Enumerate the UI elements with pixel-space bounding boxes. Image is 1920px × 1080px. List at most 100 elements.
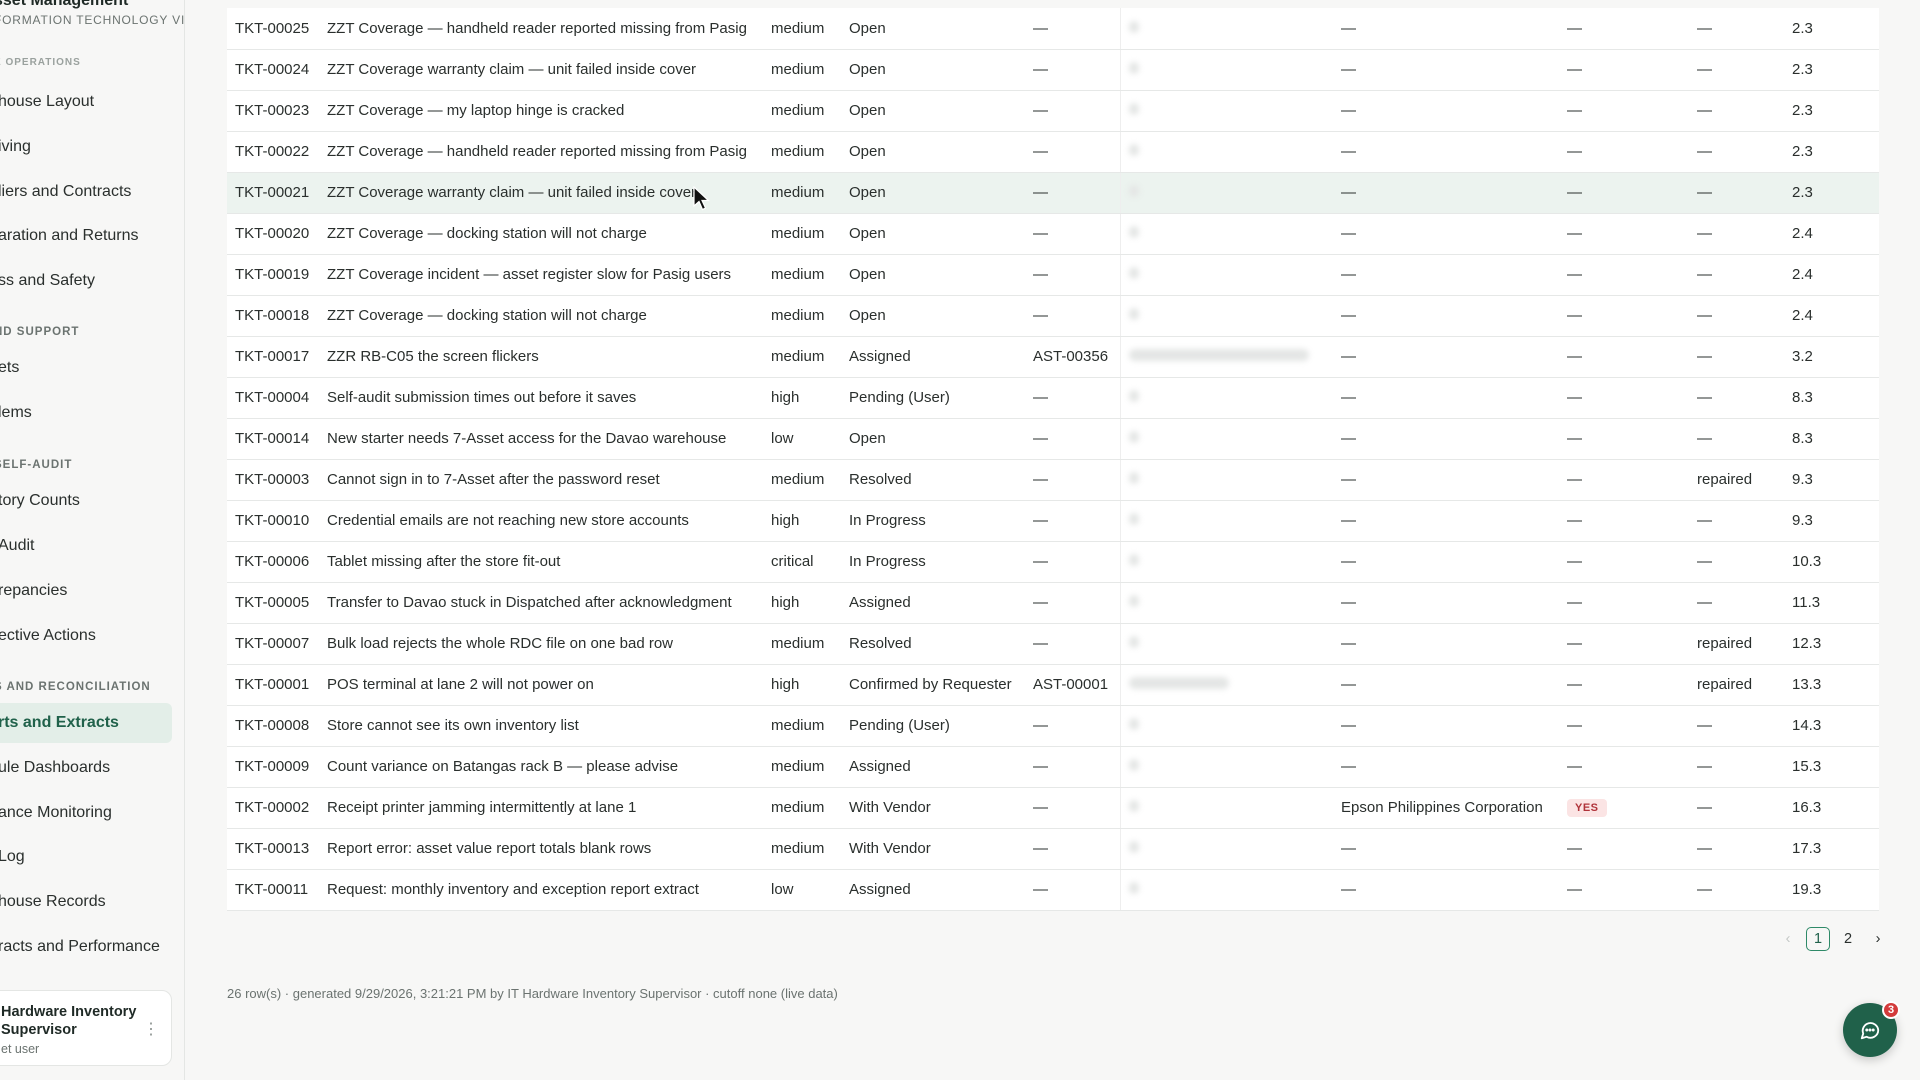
nav-section-reports: S AND RECONCILIATION [0, 681, 151, 693]
ticket-id-cell: TKT-00006 [227, 541, 319, 583]
table-row[interactable]: TKT-00021 ZZT Coverage warranty claim — u… [227, 172, 1879, 214]
table-row[interactable]: TKT-00013 Report error: asset value repor… [227, 828, 1879, 870]
ticket-title-cell: ZZT Coverage incident — asset register s… [319, 254, 763, 296]
nav-item-warehouse-layout[interactable]: house Layout [0, 82, 172, 122]
asset-cell: — [1025, 500, 1121, 542]
next-page-button[interactable]: › [1866, 927, 1890, 951]
table-row[interactable]: TKT-00002 Receipt printer jamming intermi… [227, 787, 1879, 829]
age-cell: 2.4 [1784, 213, 1879, 255]
ticket-title-cell: POS terminal at lane 2 will not power on [319, 664, 763, 706]
vendor-cell: — [1333, 828, 1559, 870]
age-cell: 8.3 [1784, 418, 1879, 460]
table-row[interactable]: TKT-00004 Self-audit submission times out… [227, 377, 1879, 419]
outcome-cell: — [1689, 213, 1784, 255]
status-cell: Assigned [841, 582, 1025, 624]
ticket-title-cell: Receipt printer jamming intermittently a… [319, 787, 763, 829]
nav-item-separation-returns[interactable]: aration and Returns [0, 216, 172, 256]
vendor-cell: — [1333, 377, 1559, 419]
outcome-cell: — [1689, 787, 1784, 829]
table-row[interactable]: TKT-00020 ZZT Coverage — docking station … [227, 213, 1879, 255]
table-row[interactable]: TKT-00006 Tablet missing after the store … [227, 541, 1879, 583]
vendor-cell: — [1333, 213, 1559, 255]
redacted-text [1128, 431, 1139, 443]
outcome-cell: — [1689, 500, 1784, 542]
age-cell: 2.3 [1784, 49, 1879, 91]
nav-item-reports-extracts[interactable]: rts and Extracts [0, 703, 172, 743]
table-row[interactable]: TKT-00019 ZZT Coverage incident — asset r… [227, 254, 1879, 296]
priority-cell: medium [763, 131, 841, 173]
nav-item-problems[interactable]: lems [0, 393, 172, 433]
mouse-cursor-icon [693, 186, 711, 211]
asset-cell: — [1025, 623, 1121, 665]
asset-cell: — [1025, 746, 1121, 788]
nav-item-receiving[interactable]: iving [0, 127, 172, 167]
age-cell: 2.3 [1784, 90, 1879, 132]
table-row[interactable]: TKT-00008 Store cannot see its own invent… [227, 705, 1879, 747]
nav-item-warehouse-records[interactable]: house Records [0, 882, 172, 922]
nav-item-suppliers-contracts[interactable]: liers and Contracts [0, 172, 172, 212]
nav-item-inventory-counts[interactable]: tory Counts [0, 481, 172, 521]
vendor-cell: — [1333, 869, 1559, 911]
vendor-flag-cell: — [1559, 213, 1689, 255]
nav-item-corrective-actions[interactable]: ective Actions [0, 616, 172, 656]
ticket-id-cell: TKT-00018 [227, 295, 319, 337]
status-cell: Resolved [841, 459, 1025, 501]
vendor-cell: — [1333, 746, 1559, 788]
ticket-id-cell: TKT-00017 [227, 336, 319, 378]
page-button-2[interactable]: 2 [1836, 927, 1860, 951]
asset-cell: AST-00356 [1025, 336, 1121, 378]
ticket-id-cell: TKT-00019 [227, 254, 319, 296]
outcome-cell: — [1689, 746, 1784, 788]
asset-cell: — [1025, 131, 1121, 173]
table-row[interactable]: TKT-00011 Request: monthly inventory and … [227, 869, 1879, 911]
priority-cell: medium [763, 8, 841, 50]
redacted-cell [1120, 664, 1333, 706]
table-row[interactable]: TKT-00003 Cannot sign in to 7-Asset after… [227, 459, 1879, 501]
vendor-flag-cell: — [1559, 336, 1689, 378]
nav-item-audit[interactable]: Audit [0, 526, 172, 566]
ticket-title-cell: Report error: asset value report totals … [319, 828, 763, 870]
prev-page-button[interactable]: ‹ [1776, 927, 1800, 951]
table-row[interactable]: TKT-00001 POS terminal at lane 2 will not… [227, 664, 1879, 706]
nav-item-loss-safety[interactable]: ss and Safety [0, 261, 172, 301]
ticket-title-cell: Request: monthly inventory and exception… [319, 869, 763, 911]
table-row[interactable]: TKT-00024 ZZT Coverage warranty claim — u… [227, 49, 1879, 91]
table-row[interactable]: TKT-00025 ZZT Coverage — handheld reader … [227, 8, 1879, 50]
table-row[interactable]: TKT-00005 Transfer to Davao stuck in Disp… [227, 582, 1879, 624]
vendor-cell: — [1333, 582, 1559, 624]
vendor-cell: — [1333, 459, 1559, 501]
table-row[interactable]: TKT-00022 ZZT Coverage — handheld reader … [227, 131, 1879, 173]
nav-section-operations: E OPERATIONS [0, 57, 81, 68]
redacted-cell [1120, 254, 1333, 296]
outcome-cell: — [1689, 828, 1784, 870]
table-row[interactable]: TKT-00010 Credential emails are not reach… [227, 500, 1879, 542]
table-row[interactable]: TKT-00017 ZZR RB-C05 the screen flickers m… [227, 336, 1879, 378]
priority-cell: high [763, 664, 841, 706]
nav-item-tickets[interactable]: ets [0, 348, 172, 388]
nav-item-audit-log[interactable]: Log [0, 837, 172, 877]
ticket-id-cell: TKT-00008 [227, 705, 319, 747]
ticket-id-cell: TKT-00003 [227, 459, 319, 501]
table-row[interactable]: TKT-00007 Bulk load rejects the whole RDC… [227, 623, 1879, 665]
nav-item-compliance-monitoring[interactable]: ance Monitoring [0, 793, 172, 833]
table-row[interactable]: TKT-00009 Count variance on Batangas rack… [227, 746, 1879, 788]
table-row[interactable]: TKT-00018 ZZT Coverage — docking station … [227, 295, 1879, 337]
redacted-text [1128, 308, 1139, 320]
more-vertical-icon[interactable]: ⋮ [143, 1019, 159, 1039]
ticket-title-cell: Count variance on Batangas rack B — plea… [319, 746, 763, 788]
ticket-id-cell: TKT-00007 [227, 623, 319, 665]
chat-button[interactable]: 3 [1843, 1001, 1900, 1057]
nav-item-schedule-dashboards[interactable]: ule Dashboards [0, 748, 172, 788]
nav-item-contracts-performance[interactable]: racts and Performance [0, 927, 172, 967]
page-button-1[interactable]: 1 [1806, 927, 1830, 951]
priority-cell: medium [763, 254, 841, 296]
redacted-text [1128, 841, 1139, 853]
status-cell: With Vendor [841, 828, 1025, 870]
redacted-cell [1120, 8, 1333, 50]
table-row[interactable]: TKT-00023 ZZT Coverage — my laptop hinge … [227, 90, 1879, 132]
table-row[interactable]: TKT-00014 New starter needs 7-Asset acces… [227, 418, 1879, 460]
redacted-text [1128, 513, 1139, 525]
age-cell: 14.3 [1784, 705, 1879, 747]
nav-item-discrepancies[interactable]: repancies [0, 571, 172, 611]
user-card[interactable]: Hardware Inventory Supervisor et user ⋮ [0, 990, 172, 1066]
